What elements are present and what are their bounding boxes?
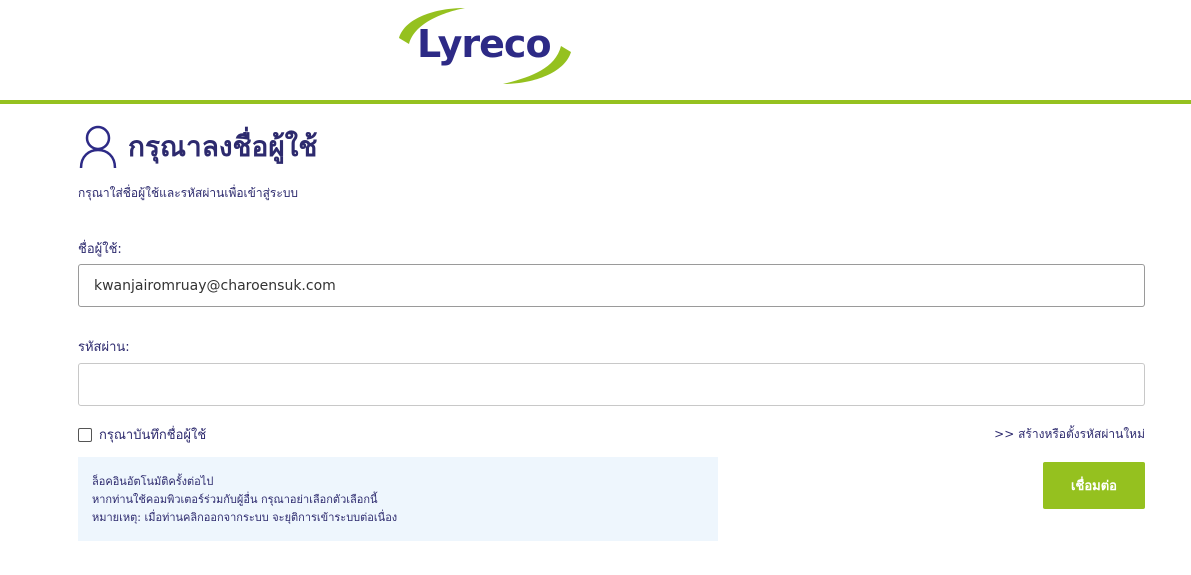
info-box: ล็อคอินอัตโนมัติครั้งต่อไป หากท่านใช้คอม…: [78, 457, 718, 541]
password-input[interactable]: [78, 363, 1145, 406]
remember-me[interactable]: กรุณาบันทึกชื่อผู้ใช้: [78, 424, 206, 445]
reset-password-link[interactable]: >> สร้างหรือตั้งรหัสผ่านใหม่: [994, 425, 1145, 444]
connect-button[interactable]: เชื่อมต่อ: [1043, 462, 1145, 509]
remember-checkbox[interactable]: [78, 427, 92, 442]
password-label: รหัสผ่าน:: [78, 340, 130, 355]
lyreco-logo[interactable]: Lyreco: [395, 4, 575, 86]
remember-label[interactable]: กรุณาบันทึกชื่อผู้ใช้: [99, 424, 206, 445]
site-header: Lyreco: [0, 0, 1191, 100]
login-subtitle: กรุณาใส่ชื่อผู้ใช้และรหัสผ่านเพื่อเข้าสู…: [78, 186, 299, 200]
username-label: ชื่อผู้ใช้:: [78, 242, 122, 257]
user-outline-icon: [79, 125, 117, 169]
info-line: ล็อคอินอัตโนมัติครั้งต่อไป: [92, 475, 214, 488]
page-title: กรุณาลงชื่อผู้ใช้: [128, 130, 318, 163]
username-input[interactable]: [78, 264, 1145, 307]
title-row: กรุณาลงชื่อผู้ใช้: [78, 122, 317, 172]
info-line: หมายเหตุ: เมื่อท่านคลิกออกจากระบบ จะยุติ…: [92, 511, 398, 524]
logo-text: Lyreco: [417, 22, 552, 66]
info-line: หากท่านใช้คอมพิวเตอร์ร่วมกับผู้อื่น กรุณ…: [92, 493, 378, 506]
header-divider: [0, 100, 1191, 104]
